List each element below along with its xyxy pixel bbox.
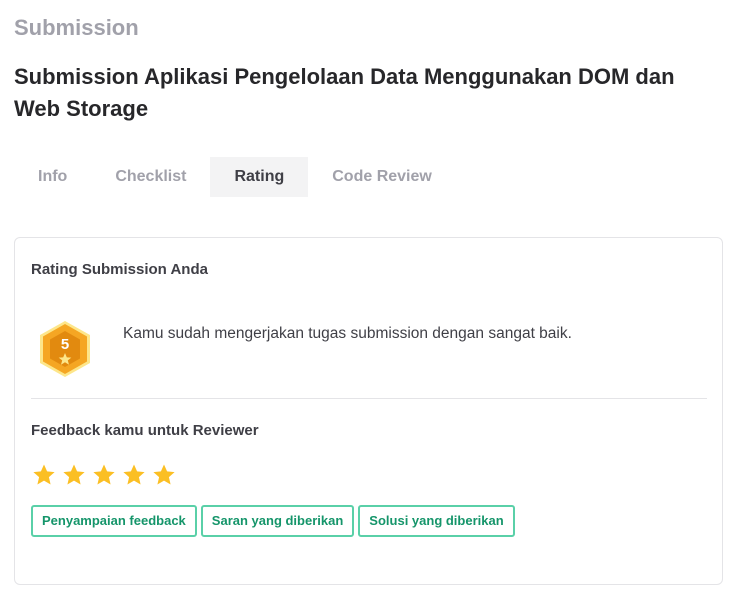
- chip-saran-yang-diberikan[interactable]: Saran yang diberikan: [200, 505, 355, 537]
- badge-value: 5: [61, 336, 69, 353]
- page-title: Submission Aplikasi Pengelolaan Data Men…: [14, 64, 675, 121]
- feedback-heading: Feedback kamu untuk Reviewer: [31, 422, 259, 439]
- hexagon-badge-star-icon: 5: [40, 321, 90, 377]
- tab-info[interactable]: Info: [14, 157, 91, 197]
- star-icon[interactable]: [122, 463, 146, 487]
- star-icon[interactable]: [32, 463, 56, 487]
- feedback-chips: Penyampaian feedback Saran yang diberika…: [31, 505, 515, 537]
- tab-code-review[interactable]: Code Review: [308, 157, 456, 197]
- tab-rating[interactable]: Rating: [210, 157, 309, 197]
- rating-heading: Rating Submission Anda: [31, 261, 208, 278]
- star-icon[interactable]: [152, 463, 176, 487]
- star-icon[interactable]: [92, 463, 116, 487]
- chip-solusi-yang-diberikan[interactable]: Solusi yang diberikan: [358, 505, 515, 537]
- star-icon[interactable]: [62, 463, 86, 487]
- chip-penyampaian-feedback[interactable]: Penyampaian feedback: [31, 505, 197, 537]
- divider: [31, 398, 707, 399]
- tab-bar: Info Checklist Rating Code Review: [14, 157, 456, 197]
- rating-card: Rating Submission Anda 5 Kamu sudah meng…: [14, 237, 723, 585]
- star-rating: [32, 463, 176, 487]
- tab-checklist[interactable]: Checklist: [91, 157, 210, 197]
- section-label: Submission: [14, 15, 139, 40]
- rating-message: Kamu sudah mengerjakan tugas submission …: [123, 325, 572, 342]
